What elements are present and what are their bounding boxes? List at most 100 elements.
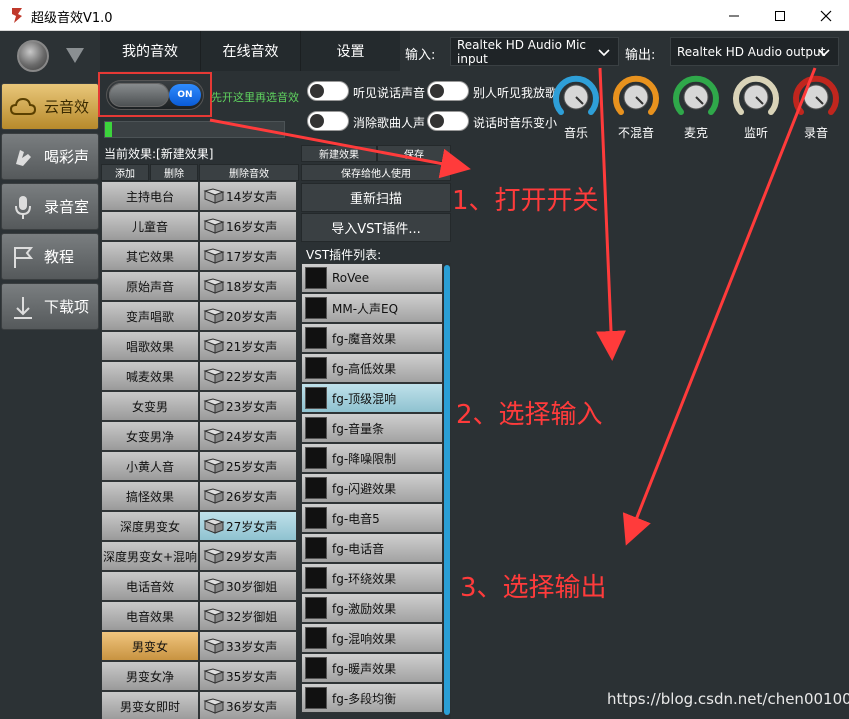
effect-item[interactable]: 喊麦效果 <box>101 361 199 391</box>
voice-item[interactable]: 16岁女声 <box>199 211 297 241</box>
switch-label: 消除歌曲人声 <box>353 116 426 130</box>
vst-item[interactable]: fg-音量条 <box>301 413 443 443</box>
vst-item-label: fg-混响效果 <box>332 631 397 646</box>
voice-item[interactable]: 36岁女声 <box>199 691 297 719</box>
effect-item[interactable]: 主持电台 <box>101 181 199 211</box>
delete-sound-button[interactable]: 删除音效 <box>199 164 299 181</box>
voice-item[interactable]: 27岁女声 <box>199 511 297 541</box>
add-button[interactable]: 添加 <box>101 164 149 181</box>
effect-item[interactable]: 男变女即时 <box>101 691 199 719</box>
vst-item[interactable]: MM-人声EQ <box>301 293 443 323</box>
effect-item[interactable]: 深度男变女+混响 <box>101 541 199 571</box>
close-button[interactable] <box>803 0 849 31</box>
voice-item[interactable]: 24岁女声 <box>199 421 297 451</box>
switch-hear-voice[interactable] <box>307 81 349 101</box>
tab-settings[interactable]: 设置 <box>300 31 400 71</box>
vst-scrollbar[interactable] <box>443 263 451 719</box>
tab-online-effects[interactable]: 在线音效 <box>200 31 300 71</box>
effect-item[interactable]: 深度男变女 <box>101 511 199 541</box>
effect-item[interactable]: 男变女 <box>101 631 199 661</box>
rescan-button[interactable]: 重新扫描 <box>301 183 451 212</box>
vst-item-label: RoVee <box>332 271 370 285</box>
output-device-select[interactable]: Realtek HD Audio output <box>670 37 839 66</box>
effect-item[interactable]: 小黄人音 <box>101 451 199 481</box>
logo-icon[interactable] <box>17 40 49 72</box>
voice-item[interactable]: 14岁女声 <box>199 181 297 211</box>
voice-item[interactable]: 25岁女声 <box>199 451 297 481</box>
switch-others-hear-music[interactable] <box>427 81 469 101</box>
vst-item[interactable]: fg-电音5 <box>301 503 443 533</box>
dropdown-arrow-icon[interactable] <box>66 48 84 63</box>
switch-duck-music[interactable] <box>427 111 469 131</box>
sidebar-item-cloud[interactable]: 云音效 <box>1 83 99 130</box>
vst-item[interactable]: RoVee <box>301 263 443 293</box>
vst-item-label: fg-电话音 <box>332 541 385 556</box>
vst-item[interactable]: fg-多段均衡 <box>301 683 443 713</box>
vst-item-label: fg-暖声效果 <box>332 661 397 676</box>
voice-item[interactable]: 18岁女声 <box>199 271 297 301</box>
vst-item[interactable]: fg-魔音效果 <box>301 323 443 353</box>
voice-item[interactable]: 21岁女声 <box>199 331 297 361</box>
right-panel <box>452 143 849 719</box>
power-toggle[interactable]: ON <box>106 80 204 110</box>
book-icon <box>203 277 225 295</box>
maximize-button[interactable] <box>757 0 803 31</box>
tab-my-effects[interactable]: 我的音效 <box>100 31 200 71</box>
vst-item[interactable]: fg-电话音 <box>301 533 443 563</box>
annotation-step2: 2、选择输入 <box>456 400 603 430</box>
vst-item[interactable]: fg-环绕效果 <box>301 563 443 593</box>
voice-item[interactable]: 32岁御姐 <box>199 601 297 631</box>
voice-item[interactable]: 22岁女声 <box>199 361 297 391</box>
delete-button[interactable]: 删除 <box>150 164 198 181</box>
vst-item[interactable]: fg-高低效果 <box>301 353 443 383</box>
effect-item[interactable]: 电话音效 <box>101 571 199 601</box>
effect-item[interactable]: 唱歌效果 <box>101 331 199 361</box>
effect-item[interactable]: 原始声音 <box>101 271 199 301</box>
effect-item[interactable]: 儿童音 <box>101 211 199 241</box>
vst-item[interactable]: fg-暖声效果 <box>301 653 443 683</box>
vst-item[interactable]: fg-混响效果 <box>301 623 443 653</box>
effect-item[interactable]: 搞怪效果 <box>101 481 199 511</box>
knob-4[interactable] <box>791 72 841 120</box>
vst-item[interactable]: fg-降噪限制 <box>301 443 443 473</box>
save-share-button[interactable]: 保存给他人使用 <box>301 164 451 181</box>
sidebar-item-tutorial[interactable]: 教程 <box>1 233 99 280</box>
vst-item[interactable]: fg-激励效果 <box>301 593 443 623</box>
vst-item-label: fg-电音5 <box>332 511 380 526</box>
sidebar-item-label: 教程 <box>44 248 75 266</box>
knob-2[interactable] <box>671 72 721 120</box>
scroll-thumb[interactable] <box>444 265 450 715</box>
voice-item[interactable]: 20岁女声 <box>199 301 297 331</box>
effect-item[interactable]: 电音效果 <box>101 601 199 631</box>
voice-item[interactable]: 30岁御姐 <box>199 571 297 601</box>
voice-item[interactable]: 29岁女声 <box>199 541 297 571</box>
effect-item[interactable]: 其它效果 <box>101 241 199 271</box>
effect-item[interactable]: 女变男 <box>101 391 199 421</box>
switch-remove-vocals[interactable] <box>307 111 349 131</box>
effect-item[interactable]: 女变男净 <box>101 421 199 451</box>
voice-item[interactable]: 35岁女声 <box>199 661 297 691</box>
voice-item[interactable]: 17岁女声 <box>199 241 297 271</box>
knob-0[interactable] <box>551 72 601 120</box>
book-icon <box>203 517 225 535</box>
import-vst-button[interactable]: 导入VST插件... <box>301 213 451 242</box>
voice-item[interactable]: 23岁女声 <box>199 391 297 421</box>
sidebar-item-download[interactable]: 下载项 <box>1 283 99 330</box>
minimize-button[interactable] <box>711 0 757 31</box>
vst-item[interactable]: fg-顶级混响 <box>301 383 443 413</box>
vst-item-label: fg-降噪限制 <box>332 451 397 466</box>
knob-1[interactable] <box>611 72 661 120</box>
effect-item[interactable]: 男变女净 <box>101 661 199 691</box>
sidebar-item-cheer[interactable]: 喝彩声 <box>1 133 99 180</box>
knob-3[interactable] <box>731 72 781 120</box>
voice-item[interactable]: 26岁女声 <box>199 481 297 511</box>
effect-item[interactable]: 变声唱歌 <box>101 301 199 331</box>
sidebar-item-studio[interactable]: 录音室 <box>1 183 99 230</box>
input-device-select[interactable]: Realtek HD Audio Mic input <box>450 37 619 66</box>
new-effect-button[interactable]: 新建效果 <box>301 145 377 162</box>
book-icon <box>203 607 225 625</box>
vst-item[interactable]: fg-闪避效果 <box>301 473 443 503</box>
voice-item[interactable]: 33岁女声 <box>199 631 297 661</box>
chevron-down-icon <box>598 49 610 57</box>
save-button[interactable]: 保存 <box>377 145 451 162</box>
